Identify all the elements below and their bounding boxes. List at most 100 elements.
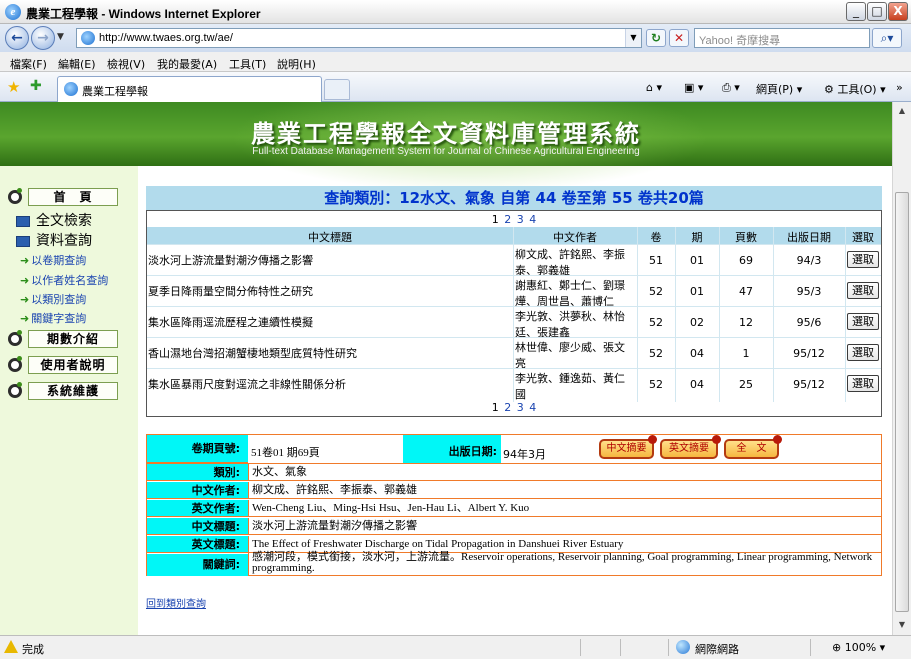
menu-bar: 檔案(F) 編輯(E) 檢視(V) 我的最愛(A) 工具(T) 說明(H) [0, 52, 911, 72]
nav-maintenance[interactable]: 系統維護 [8, 382, 118, 400]
refresh-button[interactable]: ↻ [646, 29, 666, 47]
chinese-author-value: 柳文成、許銘熙、李振泰、郭義雄 [248, 482, 881, 499]
fulltext-button[interactable]: 全 文 [724, 435, 782, 459]
row-author: 謝惠紅、鄭士仁、劉璟燁、周世昌、蕭博仁 [515, 279, 625, 308]
select-button[interactable]: 選取 [847, 251, 879, 268]
scroll-up-icon[interactable]: ▲ [895, 104, 909, 118]
menu-edit[interactable]: 編輯(E) [58, 56, 96, 72]
zoom-level[interactable]: ⊕ 100% ▾ [832, 641, 885, 654]
nav-link-label: 關鍵字查詢 [31, 312, 87, 325]
more-commands-icon[interactable]: » [896, 81, 903, 94]
close-button[interactable]: X [888, 2, 908, 21]
page-link[interactable]: 2 [504, 213, 511, 226]
warning-icon[interactable] [4, 640, 18, 653]
add-favorite-icon[interactable]: ✚ [30, 78, 42, 94]
nav-home[interactable]: 首 頁 [8, 188, 118, 206]
row-pages: 1 [742, 347, 750, 360]
status-divider [810, 639, 811, 656]
site-banner: 農業工程學報全文資料庫管理系統 Full-text Database Manag… [0, 102, 892, 192]
address-url[interactable]: http://www.twaes.org.tw/ae/ [99, 32, 233, 44]
vertical-scrollbar[interactable]: ▲ ▼ [892, 102, 911, 635]
scroll-down-icon[interactable]: ▼ [895, 618, 909, 632]
row-issue: 02 [690, 316, 704, 329]
bullet-icon [8, 188, 22, 204]
row-pages: 25 [739, 378, 753, 391]
status-text: 完成 [22, 643, 44, 656]
tab-current[interactable]: 農業工程學報 [57, 76, 322, 102]
chinese-abstract-button[interactable]: 中文摘要 [599, 435, 657, 459]
column-header: 期 [691, 231, 703, 244]
column-header: 卷 [650, 231, 662, 244]
detail-label: 出版日期: [403, 435, 501, 463]
table-row: 夏季日降雨量空間分佈特性之研究 謝惠紅、鄭士仁、劉璟燁、周世昌、蕭博仁 52 0… [147, 275, 881, 308]
bullet-icon [8, 382, 22, 398]
menu-file[interactable]: 檔案(F) [10, 56, 47, 72]
select-button[interactable]: 選取 [847, 282, 879, 299]
print-icon[interactable]: ⎙ ▾ [722, 81, 740, 95]
page-icon [81, 31, 95, 45]
menu-favorites[interactable]: 我的最愛(A) [157, 56, 217, 72]
row-author: 李光敦、洪夢秋、林怡廷、張建鑫 [515, 310, 625, 339]
nav-data-query[interactable]: 資料查詢 [16, 230, 92, 250]
page-link[interactable]: 2 [504, 401, 511, 414]
address-bar[interactable]: http://www.twaes.org.tw/ae/ ▼ [76, 28, 642, 48]
button-dot-icon [648, 435, 657, 444]
row-issue: 01 [690, 254, 704, 267]
stop-button[interactable]: ✕ [669, 29, 689, 47]
address-dropdown-icon[interactable]: ▼ [625, 29, 641, 47]
page-link[interactable]: 4 [529, 401, 536, 414]
window-title: 農業工程學報 - Windows Internet Explorer [26, 7, 261, 21]
nav-query-by-volume[interactable]: ➜ 以卷期查詢 [20, 252, 86, 268]
back-to-category-link[interactable]: 回到類別查詢 [146, 595, 206, 610]
nav-issues[interactable]: 期數介紹 [8, 330, 118, 348]
table-header: 中文標題 中文作者 卷 期 頁數 出版日期 選取 [147, 227, 881, 244]
search-button[interactable]: ⌕▾ [872, 28, 902, 48]
button-label: 全 文 [736, 443, 767, 454]
minimize-button[interactable]: _ [846, 2, 866, 21]
row-pages: 12 [739, 316, 753, 329]
feeds-icon[interactable]: ▣ ▾ [684, 81, 703, 94]
detail-label: 類別: [147, 464, 248, 481]
select-button[interactable]: 選取 [847, 313, 879, 330]
page-menu[interactable]: 網頁(P) ▾ [756, 81, 802, 97]
home-icon[interactable]: ⌂ ▾ [646, 81, 662, 94]
back-button[interactable]: ← [5, 26, 29, 50]
status-divider [620, 639, 621, 656]
page-link[interactable]: 3 [517, 401, 524, 414]
forward-button[interactable]: → [31, 26, 55, 50]
tab-bar: ★ ✚ 農業工程學報 ⌂ ▾ ▣ ▾ ⎙ ▾ 網頁(P) ▾ ⚙ 工具(O) ▾… [0, 72, 911, 102]
nav-fulltext-search[interactable]: 全文檢索 [16, 210, 92, 230]
page-link[interactable]: 4 [529, 213, 536, 226]
row-pages: 47 [739, 285, 753, 298]
nav-home-label: 首 頁 [28, 188, 118, 206]
detail-label: 英文作者: [147, 500, 248, 517]
search-input[interactable]: Yahoo! 奇摩搜尋 [694, 28, 870, 48]
tools-menu[interactable]: ⚙ 工具(O) ▾ [824, 81, 886, 97]
menu-view[interactable]: 檢視(V) [107, 56, 145, 72]
nav-query-by-keyword[interactable]: ➜ 關鍵字查詢 [20, 310, 86, 326]
new-tab-button[interactable] [324, 79, 350, 100]
column-header: 出版日期 [787, 231, 831, 244]
detail-label: 關鍵詞: [147, 554, 248, 576]
nav-user-guide[interactable]: 使用者說明 [8, 356, 118, 374]
select-button[interactable]: 選取 [847, 344, 879, 361]
nav-query-by-category[interactable]: ➜ 以類別查詢 [20, 291, 86, 307]
arrow-icon: ➜ [20, 274, 30, 287]
nav-maintenance-label: 系統維護 [28, 382, 118, 400]
page-link[interactable]: 3 [517, 213, 524, 226]
menu-help[interactable]: 說明(H) [277, 56, 316, 72]
scroll-thumb[interactable] [895, 192, 909, 612]
nav-query-by-author[interactable]: ➜ 以作者姓名查詢 [20, 272, 108, 288]
column-header: 中文標題 [308, 231, 352, 244]
column-header: 選取 [852, 231, 874, 244]
maximize-button[interactable]: □ [867, 2, 887, 21]
menu-tools[interactable]: 工具(T) [229, 56, 266, 72]
favorites-star-icon[interactable]: ★ [7, 78, 20, 96]
button-dot-icon [712, 435, 721, 444]
row-volume: 52 [649, 347, 663, 360]
globe-icon [676, 640, 690, 654]
history-dropdown-icon[interactable]: ▼ [57, 32, 64, 42]
select-button[interactable]: 選取 [847, 375, 879, 392]
security-zone: 網際網路 [695, 643, 739, 656]
english-abstract-button[interactable]: 英文摘要 [660, 435, 721, 459]
